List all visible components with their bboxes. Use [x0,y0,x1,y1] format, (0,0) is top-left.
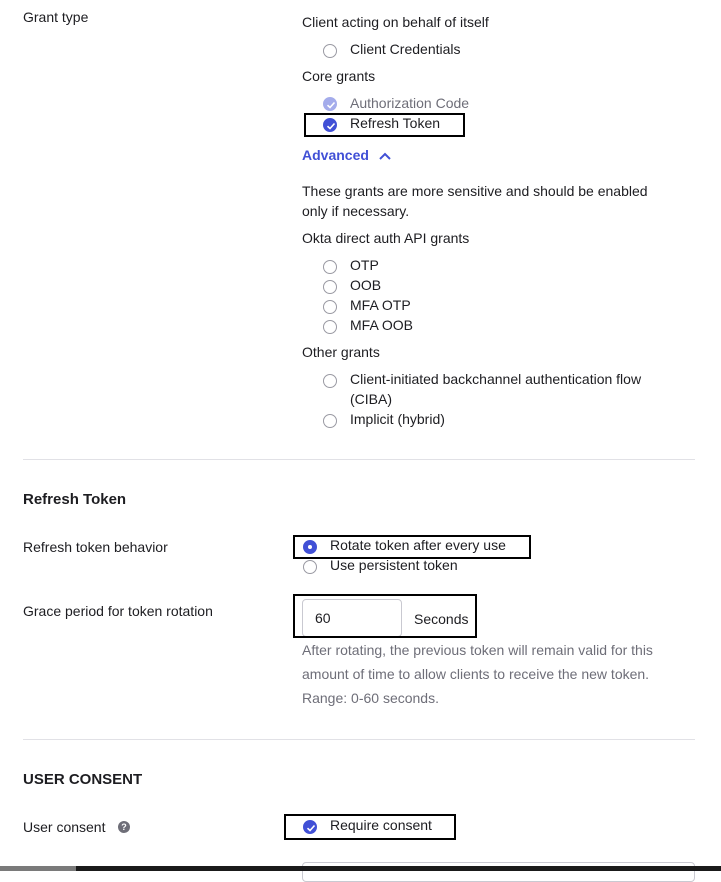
advanced-note-line2: only if necessary. [302,203,410,219]
oob-label: OOB [350,277,382,293]
oob-checkbox[interactable] [323,280,337,294]
implicit-hybrid-label: Implicit (hybrid) [350,411,445,427]
grace-period-label: Grace period for token rotation [23,603,213,619]
ciba-label-line2: (CIBA) [350,391,392,407]
refresh-behavior-label: Refresh token behavior [23,539,168,555]
client-credentials-label: Client Credentials [350,41,461,57]
scrollbar-thumb[interactable] [0,866,76,871]
partial-field[interactable] [302,862,695,882]
advanced-toggle[interactable]: Advanced [302,145,391,165]
advanced-note-line1: These grants are more sensitive and shou… [302,183,648,199]
client-credentials-checkbox[interactable] [323,44,337,58]
mfa-otp-label: MFA OTP [350,297,411,313]
check-icon [326,101,336,109]
grace-period-help: After rotating, the previous token will … [302,638,653,710]
mfa-oob-checkbox[interactable] [323,320,337,334]
implicit-hybrid-checkbox[interactable] [323,414,337,428]
self-group-label: Client acting on behalf of itself [302,14,489,30]
otp-label: OTP [350,257,379,273]
persistent-token-radio[interactable] [303,560,317,574]
help-icon[interactable]: ? [118,821,130,833]
chevron-up-icon [379,152,391,160]
ciba-checkbox[interactable] [323,374,337,388]
authorization-code-checkbox[interactable] [323,97,337,111]
grant-type-label: Grant type [23,9,89,25]
highlight-box [304,113,465,137]
grace-help-line3: Range: 0-60 seconds. [302,690,439,706]
grace-help-line2: amount of time to allow clients to recei… [302,666,650,682]
advanced-toggle-label: Advanced [302,147,369,163]
highlight-box [293,594,477,638]
authorization-code-label: Authorization Code [350,95,470,111]
bottom-bar [0,866,721,871]
mfa-otp-checkbox[interactable] [323,300,337,314]
refresh-token-heading: Refresh Token [23,491,127,508]
core-grants-label: Core grants [302,68,376,84]
highlight-box [284,814,456,840]
mfa-oob-label: MFA OOB [350,317,414,333]
otp-checkbox[interactable] [323,260,337,274]
okta-grants-label: Okta direct auth API grants [302,230,470,246]
ciba-label-line1: Client-initiated backchannel authenticat… [350,371,642,387]
user-consent-heading: USER CONSENT [23,771,143,788]
persistent-token-label: Use persistent token [330,557,458,573]
section-divider [23,739,695,740]
user-consent-label: User consent [23,819,106,835]
section-divider [23,459,695,460]
other-grants-label: Other grants [302,344,380,360]
grace-help-line1: After rotating, the previous token will … [302,642,653,658]
